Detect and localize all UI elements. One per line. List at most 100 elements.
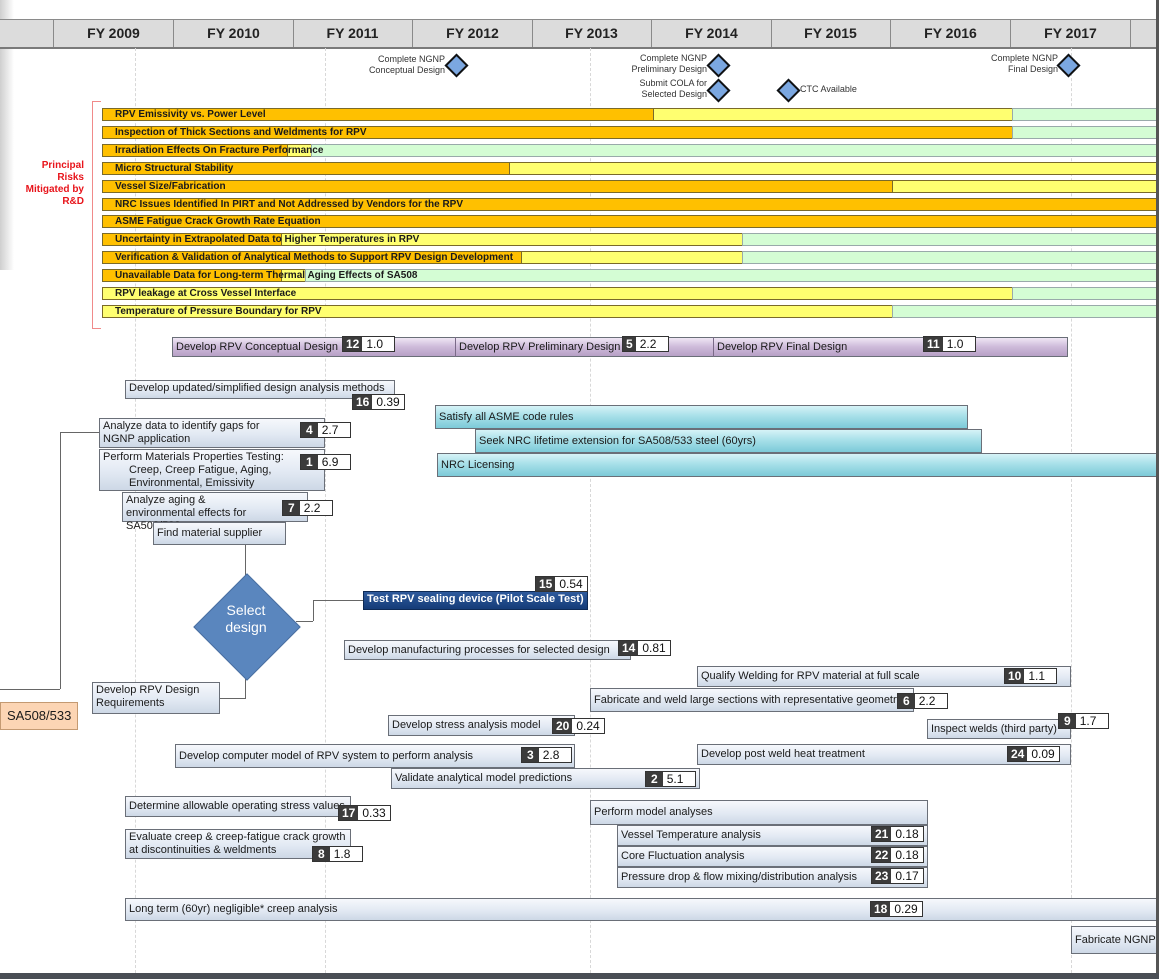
risk-level-segment <box>508 161 1157 175</box>
year-header-cell: FY 2013 <box>532 20 652 47</box>
task-9-badge: 9 1.7 <box>1058 713 1109 729</box>
year-header-cell: FY 2014 <box>652 20 772 47</box>
task-23-badge: 23 0.17 <box>871 868 924 884</box>
milestone-preliminary-diamond-icon[interactable] <box>706 53 731 78</box>
connector-decision-t15 <box>313 600 314 621</box>
task-20-badge: 20 0.24 <box>552 718 605 734</box>
milestone-ctc-diamond-icon[interactable] <box>776 78 801 103</box>
risk-row[interactable]: Irradiation Effects On Fracture Performa… <box>102 143 1157 157</box>
task-3-badge: 3 2.8 <box>521 747 572 763</box>
year-header-cell: FY 2009 <box>54 20 174 47</box>
task-9[interactable]: Inspect welds (third party) <box>927 719 1071 739</box>
risk-level-segment <box>305 269 1157 283</box>
connector-decision-t15 <box>313 600 363 601</box>
task-find-supplier[interactable]: Find material supplier <box>153 522 286 545</box>
task-4-badge: 4 2.7 <box>300 422 351 438</box>
risk-row[interactable]: Temperature of Pressure Boundary for RPV <box>102 304 1157 318</box>
year-header-cell: FY 2015 <box>771 20 891 47</box>
milestone-ctc-label: CTC Available <box>800 84 857 94</box>
risk-level-segment <box>1011 108 1157 121</box>
risk-row[interactable]: RPV Emissivity vs. Power Level <box>102 108 1157 121</box>
risk-level-segment <box>742 233 1157 247</box>
risk-row[interactable]: RPV leakage at Cross Vessel Interface <box>102 287 1157 300</box>
connector-loop-to-t4 <box>0 689 60 690</box>
task-3[interactable]: Develop computer model of RPV system to … <box>175 744 575 768</box>
risk-label: Uncertainty in Extrapolated Data to High… <box>115 234 420 246</box>
phase-preliminary[interactable]: Develop RPV Preliminary Design <box>455 337 713 357</box>
milestone-conceptual-diamond-icon[interactable] <box>444 53 469 78</box>
task-22-badge: 22 0.18 <box>871 847 924 863</box>
risk-label: RPV leakage at Cross Vessel Interface <box>115 288 297 299</box>
milestone-cola-label: Submit COLA for Selected Design <box>639 78 707 99</box>
phase-conceptual[interactable]: Develop RPV Conceptual Design <box>172 337 455 357</box>
connector-loop-to-t4 <box>60 432 99 433</box>
risk-level-segment <box>891 179 1157 193</box>
risk-label: RPV Emissivity vs. Power Level <box>115 109 266 120</box>
risk-row[interactable]: Uncertainty in Extrapolated Data to High… <box>102 233 1157 247</box>
task-7-badge: 7 2.2 <box>282 500 333 516</box>
risk-label: ASME Fatigue Crack Growth Rate Equation <box>115 216 321 228</box>
risk-level-segment <box>1011 287 1157 300</box>
task-14[interactable]: Develop manufacturing processes for sele… <box>344 640 631 660</box>
task-1[interactable]: Perform Materials Properties Testing: Cr… <box>99 449 325 491</box>
task-7[interactable]: Analyze aging & environmental effects fo… <box>122 492 308 532</box>
task-fabricate-ngnp[interactable]: Fabricate NGNP <box>1071 926 1159 954</box>
risk-row[interactable]: ASME Fatigue Crack Growth Rate Equation <box>102 215 1157 229</box>
phase-final-badge: 11 1.0 <box>923 336 976 352</box>
risk-section-title: Principal Risks Mitigated by R&D <box>25 160 84 207</box>
task-15-badge: 15 0.54 <box>535 576 588 592</box>
task-18-badge: 18 0.29 <box>870 901 923 917</box>
task-asme-code[interactable]: Satisfy all ASME code rules <box>435 405 968 429</box>
task-15[interactable]: Test RPV sealing device (Pilot Scale Tes… <box>363 591 588 610</box>
risk-row[interactable]: Vessel Size/Fabrication <box>102 179 1157 193</box>
task-6-badge: 6 2.2 <box>897 693 948 709</box>
year-header-cell: FY 2012 <box>413 20 533 47</box>
connector-decision-req <box>220 698 245 699</box>
risk-row[interactable]: Micro Structural Stability <box>102 161 1157 175</box>
risk-label: Temperature of Pressure Boundary for RPV <box>115 305 322 317</box>
risk-row[interactable]: Verification & Validation of Analytical … <box>102 251 1157 265</box>
task-21-badge: 21 0.18 <box>871 826 924 842</box>
milestone-preliminary-label: Complete NGNP Preliminary Design <box>631 53 707 74</box>
risk-level-segment <box>891 304 1157 318</box>
year-header-cell: FY 2011 <box>293 20 413 47</box>
task-nrc-licensing[interactable]: NRC Licensing <box>437 453 1157 477</box>
task-perform-model-analyses[interactable]: Perform model analyses <box>590 800 928 825</box>
task-8-badge: 8 1.8 <box>312 846 363 862</box>
milestone-conceptual-label: Complete NGNP Conceptual Design <box>368 54 445 75</box>
task-14-badge: 14 0.81 <box>618 640 671 656</box>
risk-bracket <box>92 101 101 329</box>
task-4[interactable]: Analyze data to identify gaps for NGNP a… <box>99 418 325 448</box>
milestone-final-diamond-icon[interactable] <box>1056 53 1081 78</box>
bottom-bar <box>0 973 1159 979</box>
risk-label: NRC Issues Identified In PIRT and Not Ad… <box>115 198 464 210</box>
task-17-badge: 17 0.33 <box>338 805 391 821</box>
timeline-header: 008FY 2009FY 2010FY 2011FY 2012FY 2013FY… <box>0 19 1159 49</box>
risk-row[interactable]: NRC Issues Identified In PIRT and Not Ad… <box>102 197 1157 211</box>
milestone-cola-diamond-icon[interactable] <box>706 78 731 103</box>
risk-level-segment <box>311 143 1157 157</box>
risk-row[interactable]: Unavailable Data for Long-term Thermal A… <box>102 269 1157 283</box>
task-24-badge: 24 0.09 <box>1007 746 1060 762</box>
risk-label: Irradiation Effects On Fracture Performa… <box>115 144 324 156</box>
task-design-requirements[interactable]: Develop RPV Design Requirements <box>92 682 220 714</box>
task-18[interactable]: Long term (60yr) negligible* creep analy… <box>125 898 1159 921</box>
task-16-badge: 16 0.39 <box>352 394 405 410</box>
risk-row[interactable]: Inspection of Thick Sections and Weldmen… <box>102 125 1157 139</box>
risk-label: Verification & Validation of Analytical … <box>115 252 514 264</box>
task-nrc-lifetime-extension[interactable]: Seek NRC lifetime extension for SA508/53… <box>475 429 982 453</box>
task-20[interactable]: Develop stress analysis model <box>388 715 575 736</box>
year-header-cell: FY 2016 <box>891 20 1011 47</box>
risk-label: Vessel Size/Fabrication <box>115 180 226 192</box>
task-6[interactable]: Fabricate and weld large sections with r… <box>590 688 914 712</box>
task-2-badge: 2 5.1 <box>645 771 696 787</box>
connector-loop-to-t4 <box>60 432 61 689</box>
milestone-final-label: Complete NGNP Final Design <box>990 53 1058 74</box>
sa508-533-material[interactable]: SA508/533 <box>0 702 78 730</box>
connector-decision-t15 <box>296 621 313 622</box>
risk-label: Inspection of Thick Sections and Weldmen… <box>115 126 367 138</box>
risk-level-segment <box>520 251 743 265</box>
select-design-label: Select design <box>225 602 267 635</box>
phase-conceptual-badge: 12 1.0 <box>342 336 396 352</box>
task-17[interactable]: Determine allowable operating stress val… <box>125 796 351 817</box>
